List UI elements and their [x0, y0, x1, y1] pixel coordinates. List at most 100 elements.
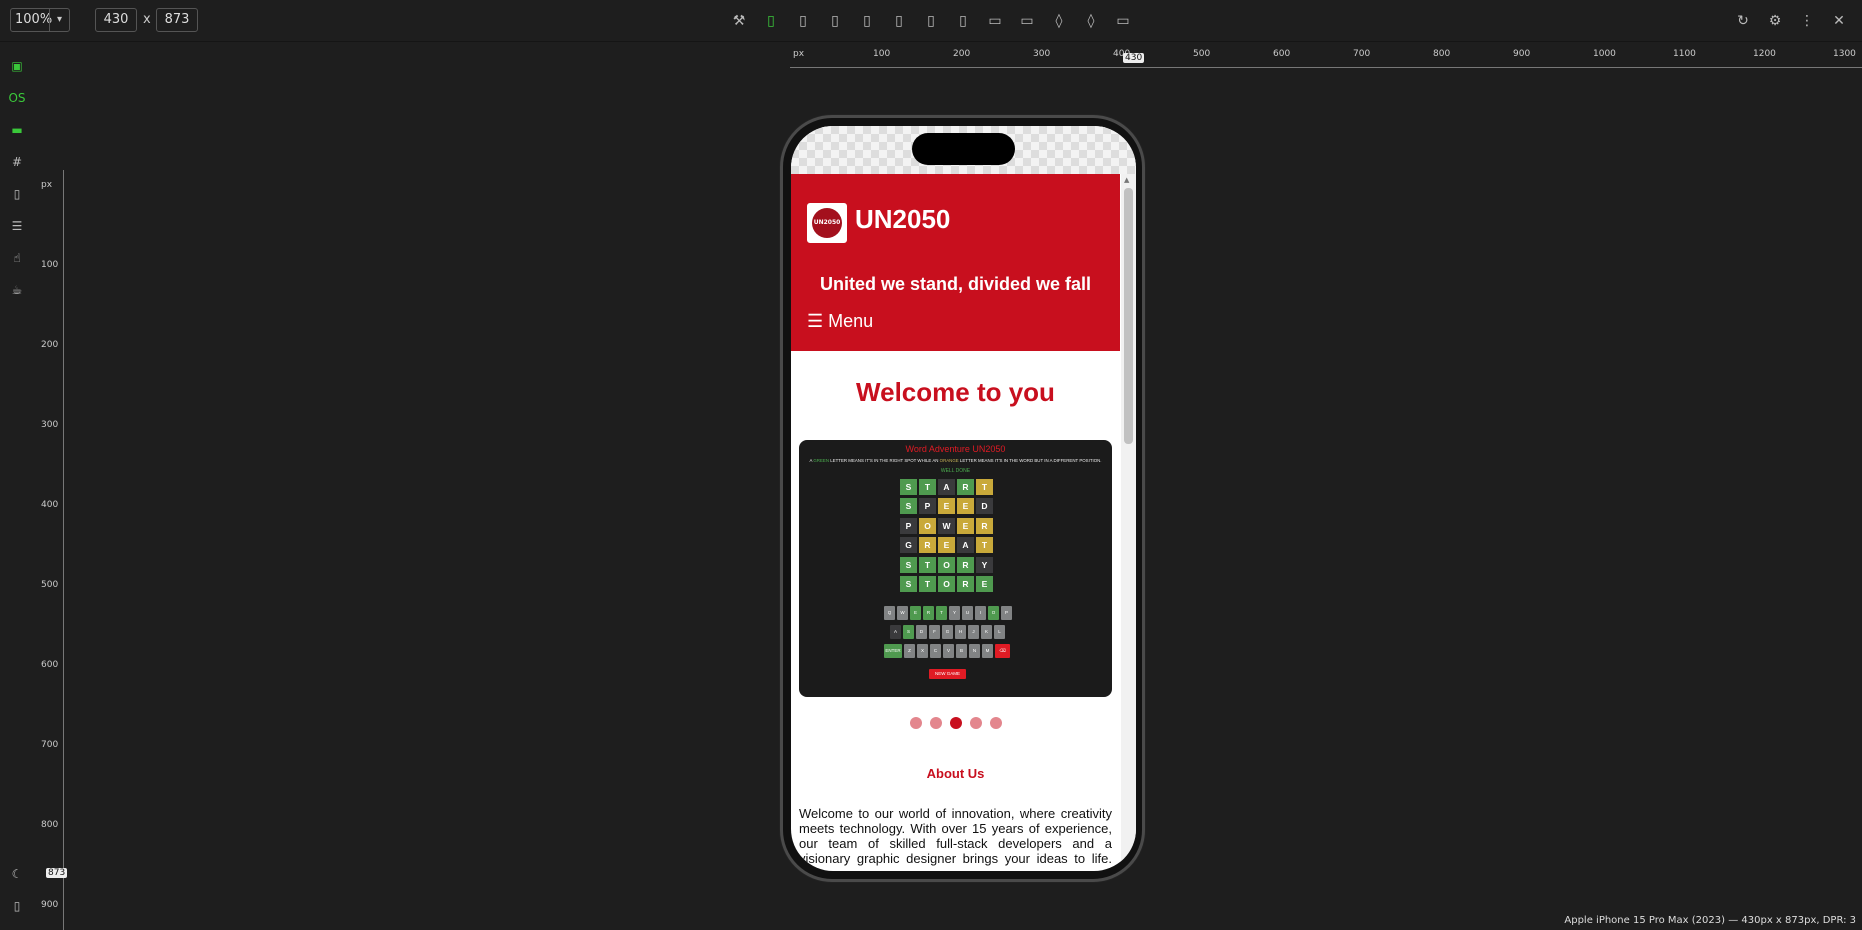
letter-tile: R — [976, 517, 993, 534]
ruler-label: 1300 — [1833, 49, 1856, 59]
tablet-icon[interactable]: ▯ — [888, 10, 910, 32]
instr-orange: ORANGE — [939, 458, 959, 463]
ruler-label: 300 — [41, 420, 59, 430]
phone-icon[interactable]: ▯ — [792, 10, 814, 32]
keyboard-key[interactable]: T — [936, 606, 947, 620]
keyboard-key[interactable]: Z — [904, 644, 915, 658]
keyboard-key[interactable]: M — [982, 644, 993, 658]
desktop-icon[interactable]: ▭ — [1112, 10, 1134, 32]
keyboard-key[interactable]: O — [988, 606, 999, 620]
keyboard-key[interactable]: G — [942, 625, 953, 639]
keyboard-key[interactable]: D — [916, 625, 927, 639]
sidebar-toggle-icon[interactable]: ▯ — [6, 895, 28, 917]
keyboard-key[interactable]: L — [994, 625, 1005, 639]
phone-icon[interactable]: ▯ — [856, 10, 878, 32]
site-brand[interactable]: UN2050 — [855, 204, 950, 235]
zoom-select[interactable]: 100% ▾ — [10, 8, 70, 32]
watch-icon[interactable]: ◊ — [1080, 10, 1102, 32]
keyboard-key[interactable]: K — [981, 625, 992, 639]
keyboard-key[interactable]: ⌫ — [995, 644, 1010, 658]
ruler-label: 1200 — [1753, 49, 1776, 59]
website-viewport: UN2050 UN2050 United we stand, divided w… — [791, 174, 1120, 871]
letter-tile: T — [919, 556, 936, 573]
new-game-button[interactable]: NEW GAME — [929, 669, 966, 679]
coffee-icon[interactable]: ☕ — [6, 279, 28, 301]
carousel-dot[interactable] — [989, 717, 1002, 729]
dimension-separator: x — [143, 12, 151, 27]
keyboard-key[interactable]: S — [903, 625, 914, 639]
letter-tile: O — [919, 517, 936, 534]
keyboard-key[interactable]: H — [955, 625, 966, 639]
keyboard-key[interactable]: P — [1001, 606, 1012, 620]
letter-tile: P — [900, 517, 917, 534]
letter-tile: E — [957, 498, 974, 515]
ruler-label: 300 — [1033, 49, 1051, 59]
ruler-label: 700 — [41, 740, 59, 750]
watch-icon[interactable]: ◊ — [1048, 10, 1070, 32]
keyboard-key[interactable]: ENTER — [884, 644, 902, 658]
ruler-width-marker[interactable]: 430 — [1123, 53, 1145, 63]
page-scrollbar[interactable]: ▲ — [1121, 174, 1136, 871]
site-logo[interactable]: UN2050 — [807, 203, 847, 243]
chevron-down-icon[interactable]: ▾ — [49, 9, 69, 31]
word-game-slide[interactable]: Word Adventure UN2050 A GREEN LETTER MEA… — [799, 440, 1112, 697]
ruler-label: 600 — [41, 660, 59, 670]
keyboard-key[interactable]: X — [917, 644, 928, 658]
width-input[interactable]: 430 — [95, 8, 137, 32]
phone-icon[interactable]: ▯ — [824, 10, 846, 32]
scrollbar-thumb[interactable] — [1124, 188, 1133, 444]
list-icon[interactable]: ☰ — [6, 215, 28, 237]
keyboard-key[interactable]: I — [975, 606, 986, 620]
keyboard-key[interactable]: R — [923, 606, 934, 620]
keyboard-key[interactable]: V — [943, 644, 954, 658]
tablet-icon[interactable]: ▯ — [952, 10, 974, 32]
letter-tile: A — [938, 479, 955, 495]
more-icon[interactable]: ⋮ — [1796, 10, 1818, 32]
laptop-icon[interactable]: ▭ — [1016, 10, 1038, 32]
keyboard-key[interactable]: F — [929, 625, 940, 639]
letter-tile: S — [900, 498, 917, 515]
phone-icon[interactable]: ▯ — [760, 10, 782, 32]
carousel-dot[interactable] — [929, 717, 942, 729]
gear-icon[interactable]: ⚙ — [1764, 10, 1786, 32]
close-icon[interactable]: ✕ — [1828, 10, 1850, 32]
menu-button[interactable]: ☰ Menu — [807, 311, 873, 332]
keyboard-key[interactable]: J — [968, 625, 979, 639]
touch-icon[interactable]: ☝ — [6, 247, 28, 269]
os-icon[interactable]: OS — [6, 87, 28, 109]
screenshot-icon[interactable]: ▯ — [6, 183, 28, 205]
letter-tile: A — [957, 537, 974, 554]
game-instructions: A GREEN LETTER MEANS IT'S IN THE RIGHT S… — [803, 458, 1108, 463]
devices-icon[interactable]: ▣ — [6, 55, 28, 77]
letter-tile: O — [938, 556, 955, 573]
height-input[interactable]: 873 — [156, 8, 198, 32]
letter-tile: S — [900, 576, 917, 592]
ruler-label: 900 — [41, 900, 59, 910]
grid-icon[interactable]: # — [6, 151, 28, 173]
keyboard-key[interactable]: Q — [884, 606, 895, 620]
keyboard-key[interactable]: U — [962, 606, 973, 620]
ruler-icon[interactable]: ▬ — [6, 119, 28, 141]
laptop-icon[interactable]: ▭ — [984, 10, 1006, 32]
keyboard-key[interactable]: N — [969, 644, 980, 658]
carousel-dot[interactable] — [969, 717, 982, 729]
tablet-icon[interactable]: ▯ — [920, 10, 942, 32]
letter-tile: E — [938, 537, 955, 554]
scroll-up-icon[interactable]: ▲ — [1124, 176, 1129, 184]
carousel-dot[interactable] — [909, 717, 922, 729]
keyboard-key[interactable]: Y — [949, 606, 960, 620]
moon-icon[interactable]: ☾ — [6, 863, 28, 885]
keyboard-key[interactable]: B — [956, 644, 967, 658]
carousel-dot[interactable] — [949, 717, 962, 729]
ruler-label: 500 — [1193, 49, 1211, 59]
keyboard-key[interactable]: E — [910, 606, 921, 620]
phone-screen: UN2050 UN2050 United we stand, divided w… — [791, 126, 1136, 871]
ruler-height-marker[interactable]: 873 — [46, 868, 68, 878]
keyboard-key[interactable]: C — [930, 644, 941, 658]
keyboard-key[interactable]: W — [897, 606, 908, 620]
refresh-icon[interactable]: ↻ — [1732, 10, 1754, 32]
letter-tile: E — [938, 498, 955, 515]
letter-tile: S — [900, 479, 917, 495]
tools-icon[interactable]: ⚒ — [728, 10, 750, 32]
keyboard-key[interactable]: A — [890, 625, 901, 639]
